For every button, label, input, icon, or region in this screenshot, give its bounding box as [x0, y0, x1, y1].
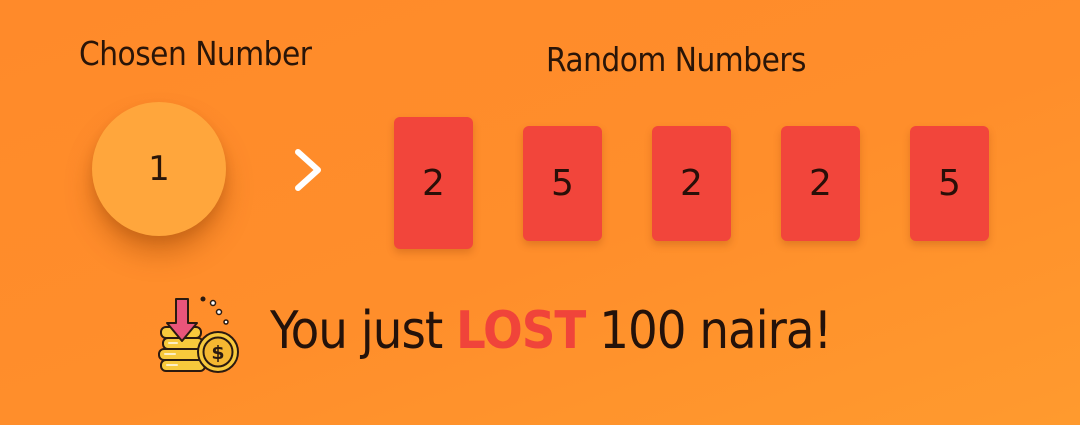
result-message: You just LOST 100 naira!: [270, 305, 832, 357]
random-number-value: 2: [809, 163, 832, 204]
svg-text:$: $: [211, 342, 224, 364]
result-suffix: 100 naira!: [599, 301, 832, 361]
result-outcome: LOST: [456, 301, 586, 361]
random-number-card: 2: [652, 126, 731, 241]
random-numbers-title: Random Numbers: [546, 40, 807, 79]
chevron-right-icon: [295, 149, 321, 191]
random-number-card: 5: [910, 126, 989, 241]
random-number-card: 5: [523, 126, 602, 241]
random-number-value: 2: [680, 163, 703, 204]
random-number-value: 5: [551, 163, 574, 204]
chosen-number-value: 1: [148, 149, 170, 189]
chosen-number-title: Chosen Number: [79, 34, 312, 73]
random-number-value: 2: [422, 162, 445, 204]
money-loss-icon: $: [158, 296, 239, 373]
random-number-card: 2: [781, 126, 860, 241]
chosen-number-circle: 1: [92, 102, 226, 236]
random-number-value: 5: [938, 163, 961, 204]
random-number-card: 2: [394, 117, 473, 249]
result-prefix: You just: [270, 301, 443, 361]
